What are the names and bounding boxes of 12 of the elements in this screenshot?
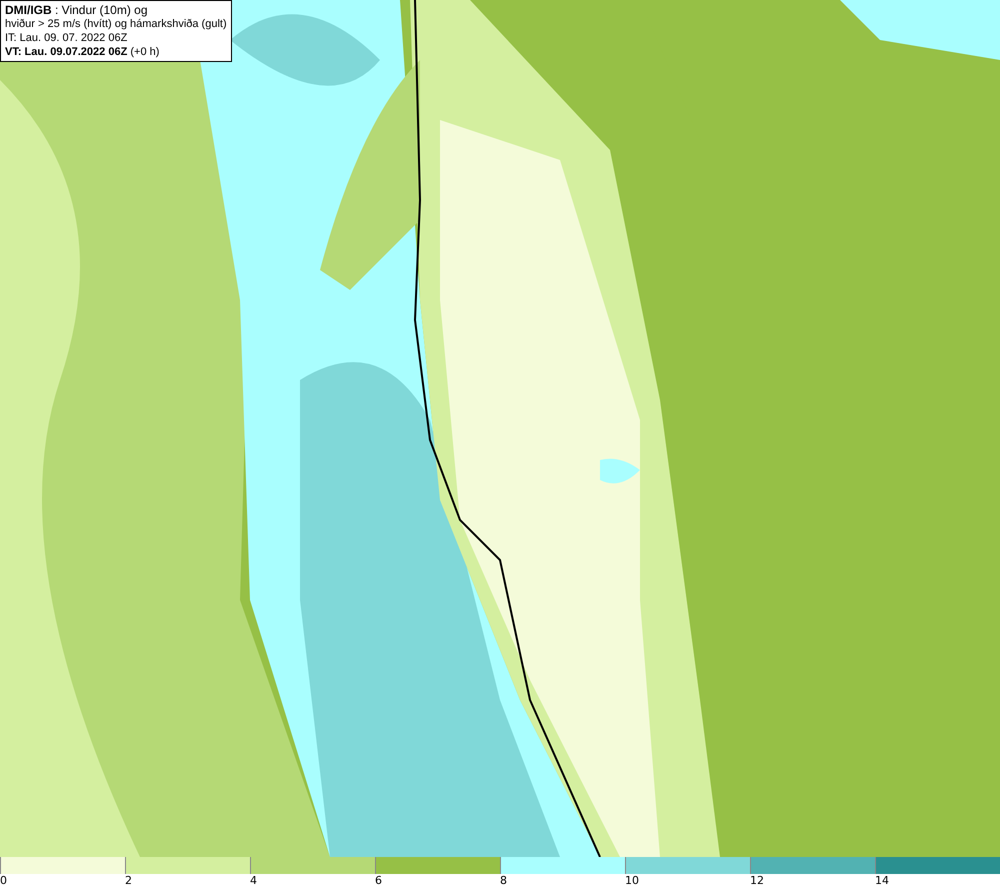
scale-tick-label: 4 bbox=[250, 874, 257, 887]
map-title-text: hviður > 25 m/s (hvítt) og hámarkshviða (gult) bbox=[5, 17, 227, 31]
scale-tick-label: 10 bbox=[625, 874, 639, 887]
scale-tick-label: 0 bbox=[0, 874, 7, 887]
scale-tick-label: 6 bbox=[375, 874, 382, 887]
scale-tick-label: 2 bbox=[125, 874, 132, 887]
scale-tick-label: 14 bbox=[875, 874, 889, 887]
scale-tick-label: 12 bbox=[750, 874, 764, 887]
map-title-text: VT: Lau. 09.07.2022 06Z (+0 h) bbox=[5, 45, 160, 59]
map-title-text: DMI/IGB : Vindur (10m) og bbox=[5, 3, 148, 17]
scale-tick-label: 8 bbox=[500, 874, 507, 887]
map-title-text: IT: Lau. 09. 07. 2022 06Z bbox=[5, 31, 128, 45]
